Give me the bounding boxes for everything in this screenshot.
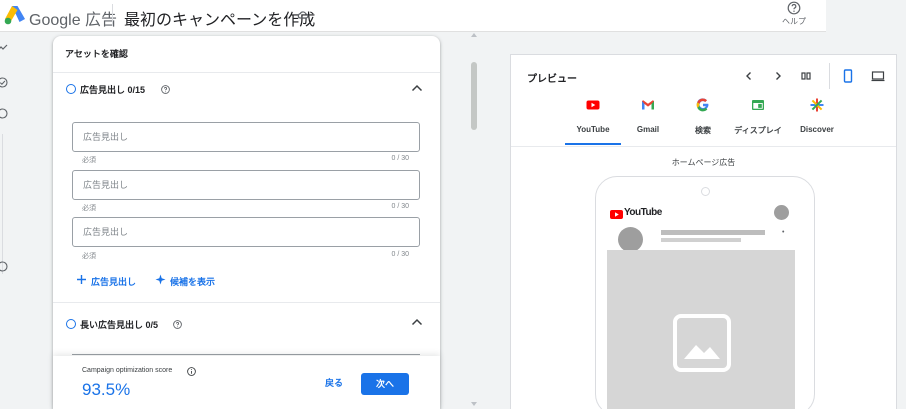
headline-input[interactable] (83, 171, 413, 199)
discover-icon (810, 98, 824, 112)
status-radio (66, 319, 76, 329)
tab-discover[interactable]: Discover (787, 97, 847, 145)
step-circle-icon[interactable] (0, 108, 8, 119)
trending-icon[interactable] (0, 42, 8, 53)
check-circle-icon[interactable] (0, 77, 8, 88)
divider (511, 146, 896, 147)
phone-camera (701, 187, 710, 196)
google-ads-logo-icon[interactable] (4, 5, 26, 25)
selected-tab-indicator (565, 143, 621, 145)
tab-label: Discover (800, 125, 834, 134)
app-header: Google 広告 最初のキャンペーンを作成 ヘルプ (0, 0, 906, 38)
plus-icon (77, 275, 86, 284)
help-button[interactable]: ヘルプ (776, 0, 812, 30)
youtube-logo-icon (610, 210, 623, 219)
preview-panel: プレビュー YouTube Gmail 検索 ディスプレイ Discover ホ… (510, 54, 897, 409)
headlines-section-header[interactable]: 広告見出し 0/15 (65, 81, 425, 97)
brand-name: Google 広告 (29, 12, 118, 29)
bottom-action-bar: Campaign optimization score 93.5% 戻る 次へ (53, 356, 440, 409)
help-circle-icon[interactable] (161, 85, 170, 94)
avatar (774, 205, 789, 220)
chevron-up-icon[interactable] (411, 84, 423, 92)
info-icon[interactable] (187, 367, 196, 376)
help-icon (787, 1, 801, 15)
scrollbar-thumb[interactable] (471, 62, 477, 130)
gmail-icon (642, 100, 654, 110)
tab-label: Gmail (636, 125, 660, 134)
help-circle-icon[interactable] (173, 320, 182, 329)
youtube-icon (586, 100, 600, 110)
char-counter: 0 / 30 (391, 155, 409, 162)
toolbar-divider (829, 63, 830, 89)
image-placeholder-icon (673, 314, 731, 372)
long-headlines-section-label: 長い広告見出し 0/5 (80, 320, 159, 330)
help-label: ヘルプ (782, 17, 806, 26)
headlines-section-label: 広告見出し 0/15 (80, 85, 146, 95)
ad-image-placeholder (607, 250, 795, 409)
char-counter: 0 / 30 (391, 203, 409, 210)
chevron-left-icon[interactable] (743, 70, 755, 82)
headline-input[interactable] (83, 123, 413, 151)
page-title: 最初のキャンペーンを作成 (124, 12, 316, 29)
show-suggestions-link[interactable]: 候補を表示 (155, 273, 225, 287)
headline-input-field[interactable] (72, 122, 420, 152)
next-button[interactable]: 次へ (361, 373, 409, 395)
google-search-icon (696, 98, 709, 112)
header-side-box (826, 0, 906, 38)
step-circle-icon[interactable] (0, 261, 8, 272)
tab-display[interactable]: ディスプレイ (728, 97, 788, 145)
phone-mockup: YouTube • (595, 176, 815, 409)
text-placeholder-bar (661, 230, 765, 235)
show-suggestions-label: 候補を表示 (170, 277, 216, 287)
preview-title: プレビュー (527, 74, 577, 85)
asset-review-card: アセットを確認 広告見出し 0/15 必須 0 / 30 必須 0 / 30 必… (53, 36, 440, 409)
card-title: アセットを確認 (65, 49, 128, 59)
long-headlines-section-header[interactable]: 長い広告見出し 0/5 (65, 316, 425, 332)
headline-input[interactable] (83, 218, 413, 246)
preview-caption: ホームページ広告 (671, 158, 736, 167)
header-divider (112, 4, 113, 26)
divider (53, 302, 440, 303)
headline-input-field[interactable] (72, 170, 420, 200)
scroll-up-arrow-icon[interactable] (471, 33, 477, 37)
chevron-up-icon[interactable] (411, 318, 423, 326)
required-helper: 必須 (82, 253, 96, 260)
add-headline-link[interactable]: 広告見出し (76, 273, 148, 287)
tab-gmail[interactable]: Gmail (618, 97, 678, 145)
divider (53, 72, 440, 73)
required-helper: 必須 (82, 205, 96, 212)
tab-label: YouTube (576, 125, 610, 134)
tab-search[interactable]: 検索 (673, 97, 733, 145)
left-rail (0, 32, 16, 409)
tab-label: ディスプレイ (734, 126, 782, 135)
desktop-device-icon[interactable] (871, 70, 885, 82)
channel-avatar-placeholder (618, 227, 643, 252)
add-headline-label: 広告見出し (91, 277, 137, 287)
back-button[interactable]: 戻る (319, 373, 349, 393)
mobile-device-icon[interactable] (842, 69, 854, 83)
more-dot-icon: • (782, 229, 785, 236)
phone-screen: YouTube • (607, 203, 805, 409)
rail-connector (2, 134, 3, 274)
score-value: 93.5% (82, 380, 131, 399)
sparkle-icon (155, 274, 166, 285)
tab-youtube[interactable]: YouTube (563, 97, 623, 145)
status-radio (66, 84, 76, 94)
scroll-down-arrow-icon[interactable] (471, 402, 477, 406)
tab-label: 検索 (695, 126, 711, 135)
char-counter: 0 / 30 (391, 251, 409, 258)
text-placeholder-bar (661, 238, 741, 242)
chevron-right-icon[interactable] (772, 70, 784, 82)
score-label: Campaign optimization score (82, 367, 173, 374)
required-helper: 必須 (82, 157, 96, 164)
display-icon (752, 100, 764, 110)
cloud-sync-icon (297, 11, 309, 19)
grid-view-icon[interactable] (800, 70, 812, 82)
headline-input-field[interactable] (72, 217, 420, 247)
youtube-wordmark: YouTube (624, 207, 662, 218)
